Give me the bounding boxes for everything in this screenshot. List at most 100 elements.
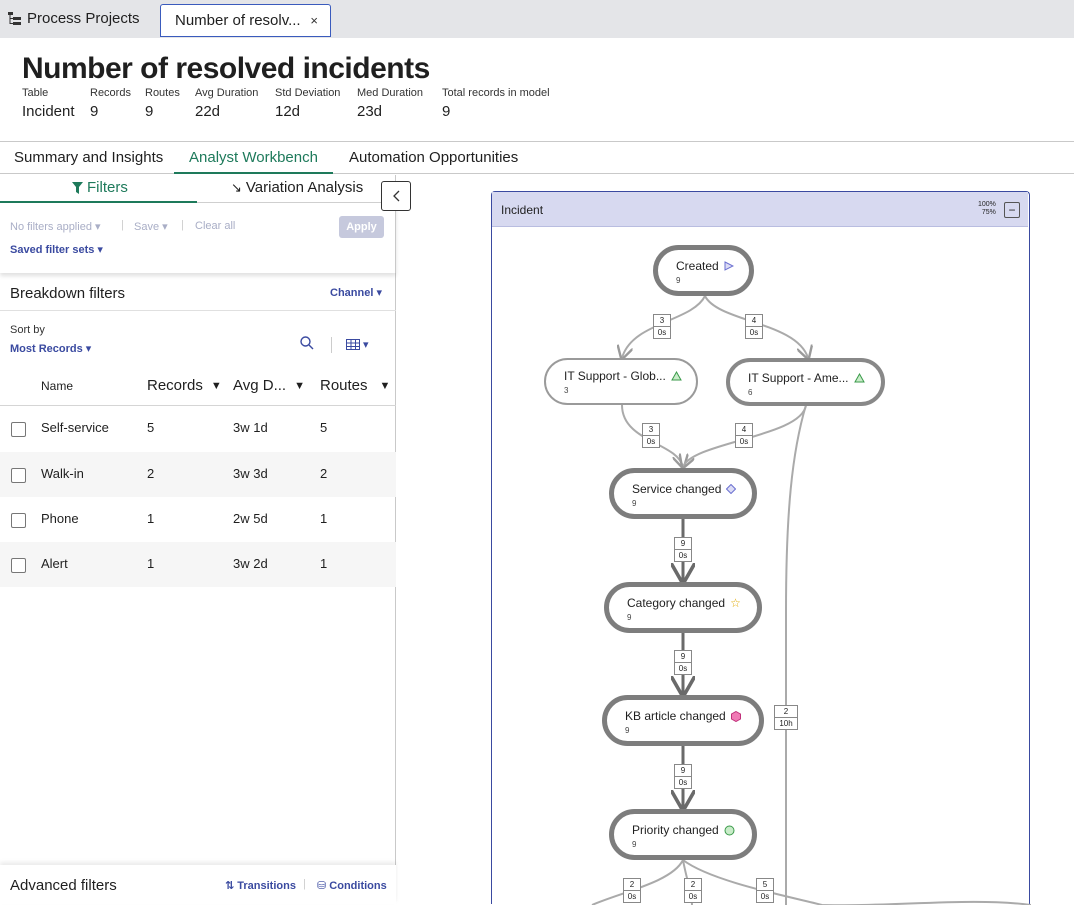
section-tabs: Summary and Insights Analyst Workbench A… — [0, 141, 1074, 174]
chevron-down-icon: ▾ — [363, 339, 369, 351]
funnel-icon — [72, 181, 83, 194]
row-checkbox[interactable] — [11, 468, 26, 483]
stat-med-duration: Med Duration 23d — [357, 87, 424, 120]
sort-arrows-icon: ⇅ — [225, 880, 235, 892]
hierarchy-icon — [8, 12, 21, 25]
cell-records: 1 — [147, 511, 155, 526]
tab-process-projects[interactable]: Process Projects — [8, 10, 140, 27]
conditions-link[interactable]: ⛁ Conditions — [317, 879, 387, 892]
sort-caret-icon: ▼ — [210, 379, 222, 392]
page-title: Number of resolved incidents — [22, 52, 430, 85]
row-checkbox[interactable] — [11, 513, 26, 528]
advanced-filters-title: Advanced filters — [10, 877, 117, 894]
edge-label: 2 10h — [774, 705, 798, 730]
node-priority-changed[interactable]: Priority changed 9 — [609, 809, 757, 860]
node-created[interactable]: Created 9 — [653, 245, 754, 296]
cell-records: 2 — [147, 466, 155, 481]
pink-hexagon-icon — [730, 710, 741, 722]
left-panel: Filters ↘ Variation Analysis No filters … — [0, 175, 411, 904]
column-routes[interactable]: Routes ▼ — [320, 377, 390, 394]
row-checkbox[interactable] — [11, 422, 26, 437]
green-triangle-icon — [670, 371, 682, 381]
node-count: 6 — [748, 388, 753, 397]
sort-by-dropdown[interactable]: Most Records ▾ — [10, 342, 91, 355]
breakdown-title: Breakdown filters — [10, 285, 126, 302]
close-icon[interactable]: × — [310, 13, 318, 28]
node-label: IT Support - Ame... — [748, 371, 849, 385]
tab-summary-insights[interactable]: Summary and Insights — [14, 149, 163, 166]
no-filters-dropdown[interactable]: No filters applied ▾ — [10, 220, 101, 233]
node-label: Created — [676, 259, 719, 273]
cell-routes: 1 — [320, 511, 328, 526]
column-records[interactable]: Records ▼ — [147, 377, 222, 394]
node-label: Category changed — [627, 596, 726, 610]
tab-analyst-workbench[interactable]: Analyst Workbench — [189, 149, 318, 166]
cell-avg-duration: 3w 3d — [233, 466, 268, 481]
saved-filter-sets-dropdown[interactable]: Saved filter sets ▾ — [10, 243, 103, 256]
apply-button[interactable]: Apply — [339, 216, 384, 238]
node-category-changed[interactable]: Category changed ☆ 9 — [604, 582, 762, 633]
tab-automation-opportunities[interactable]: Automation Opportunities — [349, 149, 518, 166]
cell-routes: 2 — [320, 466, 328, 481]
table-view-dropdown[interactable]: ▾ — [346, 338, 369, 351]
subtab-variation-analysis[interactable]: ↘ Variation Analysis — [231, 179, 363, 196]
database-icon: ⛁ — [317, 880, 327, 892]
edge-label: 5 0s — [756, 878, 774, 903]
divider: | — [303, 878, 306, 890]
cell-name: Alert — [41, 556, 68, 571]
arrow-down-right-icon: ↘ — [231, 179, 242, 195]
cell-avg-duration: 3w 1d — [233, 420, 268, 435]
node-label: IT Support - Glob... — [564, 369, 666, 383]
stat-total-records: Total records in model 9 — [442, 87, 550, 120]
subtab-label: Filters — [87, 179, 128, 196]
divider: | — [121, 219, 124, 231]
stat-records: Records 9 — [90, 87, 131, 120]
table-row[interactable]: Alert 1 3w 2d 1 — [0, 542, 396, 587]
edge-label: 3 0s — [642, 423, 660, 448]
cell-avg-duration: 2w 5d — [233, 511, 268, 526]
process-map-canvas[interactable]: Incident 100% 75% − Created 9 IT Support … — [491, 191, 1031, 905]
edge-label: 2 0s — [684, 878, 702, 903]
edge-label: 3 0s — [653, 314, 671, 339]
node-kb-article-changed[interactable]: KB article changed 9 — [602, 695, 764, 746]
divider: | — [181, 219, 184, 231]
cell-avg-duration: 3w 2d — [233, 556, 268, 571]
node-it-support-global[interactable]: IT Support - Glob... 3 — [544, 358, 698, 405]
column-name[interactable]: Name — [41, 379, 73, 393]
stat-table: Table Incident — [22, 87, 75, 120]
save-dropdown[interactable]: Save ▾ — [134, 220, 168, 233]
green-triangle-icon — [853, 373, 865, 383]
chevron-left-icon — [393, 190, 400, 202]
tab-number-of-resolved[interactable]: Number of resolv... × — [160, 4, 331, 37]
node-service-changed[interactable]: Service changed 9 — [609, 468, 757, 519]
edge-label: 2 0s — [623, 878, 641, 903]
clear-all-button[interactable]: Clear all — [195, 220, 235, 232]
column-avg-duration[interactable]: Avg D... ▼ — [233, 377, 305, 394]
node-count: 3 — [564, 386, 569, 395]
node-it-support-americas[interactable]: IT Support - Ame... 6 — [726, 358, 885, 406]
table-row[interactable]: Self-service 5 3w 1d 5 — [0, 406, 396, 451]
node-count: 9 — [625, 726, 630, 735]
node-count: 9 — [632, 499, 637, 508]
transitions-link[interactable]: ⇅ Transitions — [225, 879, 296, 892]
cell-records: 1 — [147, 556, 155, 571]
table-header: Name Records ▼ Avg D... ▼ Routes ▼ — [0, 365, 396, 406]
yellow-star-icon: ☆ — [730, 596, 741, 610]
table-row[interactable]: Phone 1 2w 5d 1 — [0, 497, 396, 542]
flow-edges — [591, 295, 1031, 905]
subtab-filters[interactable]: Filters — [72, 179, 128, 196]
cell-name: Walk-in — [41, 466, 84, 481]
edge-label: 9 0s — [674, 537, 692, 562]
table-row[interactable]: Walk-in 2 3w 3d 2 — [0, 452, 396, 497]
tab-bar: Process Projects Number of resolv... × — [0, 0, 1074, 38]
channel-dropdown[interactable]: Channel ▾ — [330, 286, 382, 299]
edge-label: 4 0s — [745, 314, 763, 339]
cell-routes: 1 — [320, 556, 328, 571]
row-checkbox[interactable] — [11, 558, 26, 573]
node-count: 9 — [632, 840, 637, 849]
search-icon[interactable] — [300, 336, 314, 350]
stat-routes: Routes 9 — [145, 87, 180, 120]
collapse-panel-button[interactable] — [381, 181, 411, 211]
play-triangle-icon — [724, 261, 734, 271]
node-label: Service changed — [632, 482, 722, 496]
